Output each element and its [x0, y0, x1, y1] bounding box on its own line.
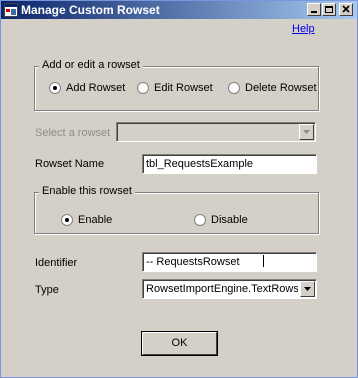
- help-link[interactable]: Help: [292, 23, 315, 35]
- edit-rowset-radio[interactable]: Edit Rowset: [137, 82, 213, 94]
- select-rowset-combo[interactable]: [116, 122, 316, 142]
- close-icon: [342, 5, 350, 13]
- close-button[interactable]: [339, 3, 353, 16]
- rowset-name-label: Rowset Name: [35, 158, 105, 170]
- edit-rowset-radio-circle[interactable]: [137, 82, 149, 94]
- minimize-button[interactable]: [307, 3, 321, 16]
- type-combo[interactable]: RowsetImportEngine.TextRowset: [142, 279, 317, 299]
- ok-button[interactable]: OK: [142, 332, 217, 355]
- delete-rowset-radio[interactable]: Delete Rowset: [228, 82, 317, 94]
- app-icon: [4, 3, 18, 17]
- disable-label: Disable: [211, 214, 248, 226]
- maximize-icon: [325, 6, 333, 13]
- select-rowset-label: Select a rowset: [35, 127, 111, 139]
- add-rowset-radio[interactable]: Add Rowset: [49, 82, 125, 94]
- disable-radio-circle[interactable]: [194, 214, 206, 226]
- window-title: Manage Custom Rowset: [21, 3, 160, 17]
- select-rowset-dropdown-button[interactable]: [299, 124, 314, 140]
- disable-radio[interactable]: Disable: [194, 214, 248, 226]
- manage-custom-rowset-window: Manage Custom Rowset Help Add or edit a …: [0, 0, 358, 378]
- enable-radio[interactable]: Enable: [61, 214, 112, 226]
- type-value: RowsetImportEngine.TextRowset: [146, 283, 298, 295]
- identifier-value: -- RequestsRowset: [146, 256, 240, 268]
- title-bar[interactable]: Manage Custom Rowset: [1, 1, 357, 19]
- enable-label: Enable: [78, 214, 113, 226]
- delete-rowset-label: Delete Rowset: [245, 82, 317, 94]
- edit-rowset-label: Edit Rowset: [154, 82, 213, 94]
- add-edit-rowset-legend: Add or edit a rowset: [39, 59, 143, 71]
- chevron-down-icon: [303, 130, 310, 134]
- enable-rowset-legend: Enable this rowset: [39, 185, 135, 197]
- type-label: Type: [35, 284, 59, 296]
- maximize-button[interactable]: [322, 3, 336, 16]
- rowset-name-field[interactable]: tbl_RequestsExample: [142, 154, 317, 174]
- minimize-icon: [311, 11, 317, 13]
- add-rowset-label: Add Rowset: [66, 82, 126, 94]
- type-dropdown-button[interactable]: [300, 281, 315, 297]
- enable-radio-circle[interactable]: [61, 214, 73, 226]
- identifier-field[interactable]: -- RequestsRowset: [142, 252, 317, 272]
- text-caret: [263, 255, 264, 267]
- chevron-down-icon: [304, 287, 311, 291]
- delete-rowset-radio-circle[interactable]: [228, 82, 240, 94]
- add-rowset-radio-circle[interactable]: [49, 82, 61, 94]
- enable-rowset-group: [34, 192, 319, 234]
- identifier-label: Identifier: [35, 257, 78, 269]
